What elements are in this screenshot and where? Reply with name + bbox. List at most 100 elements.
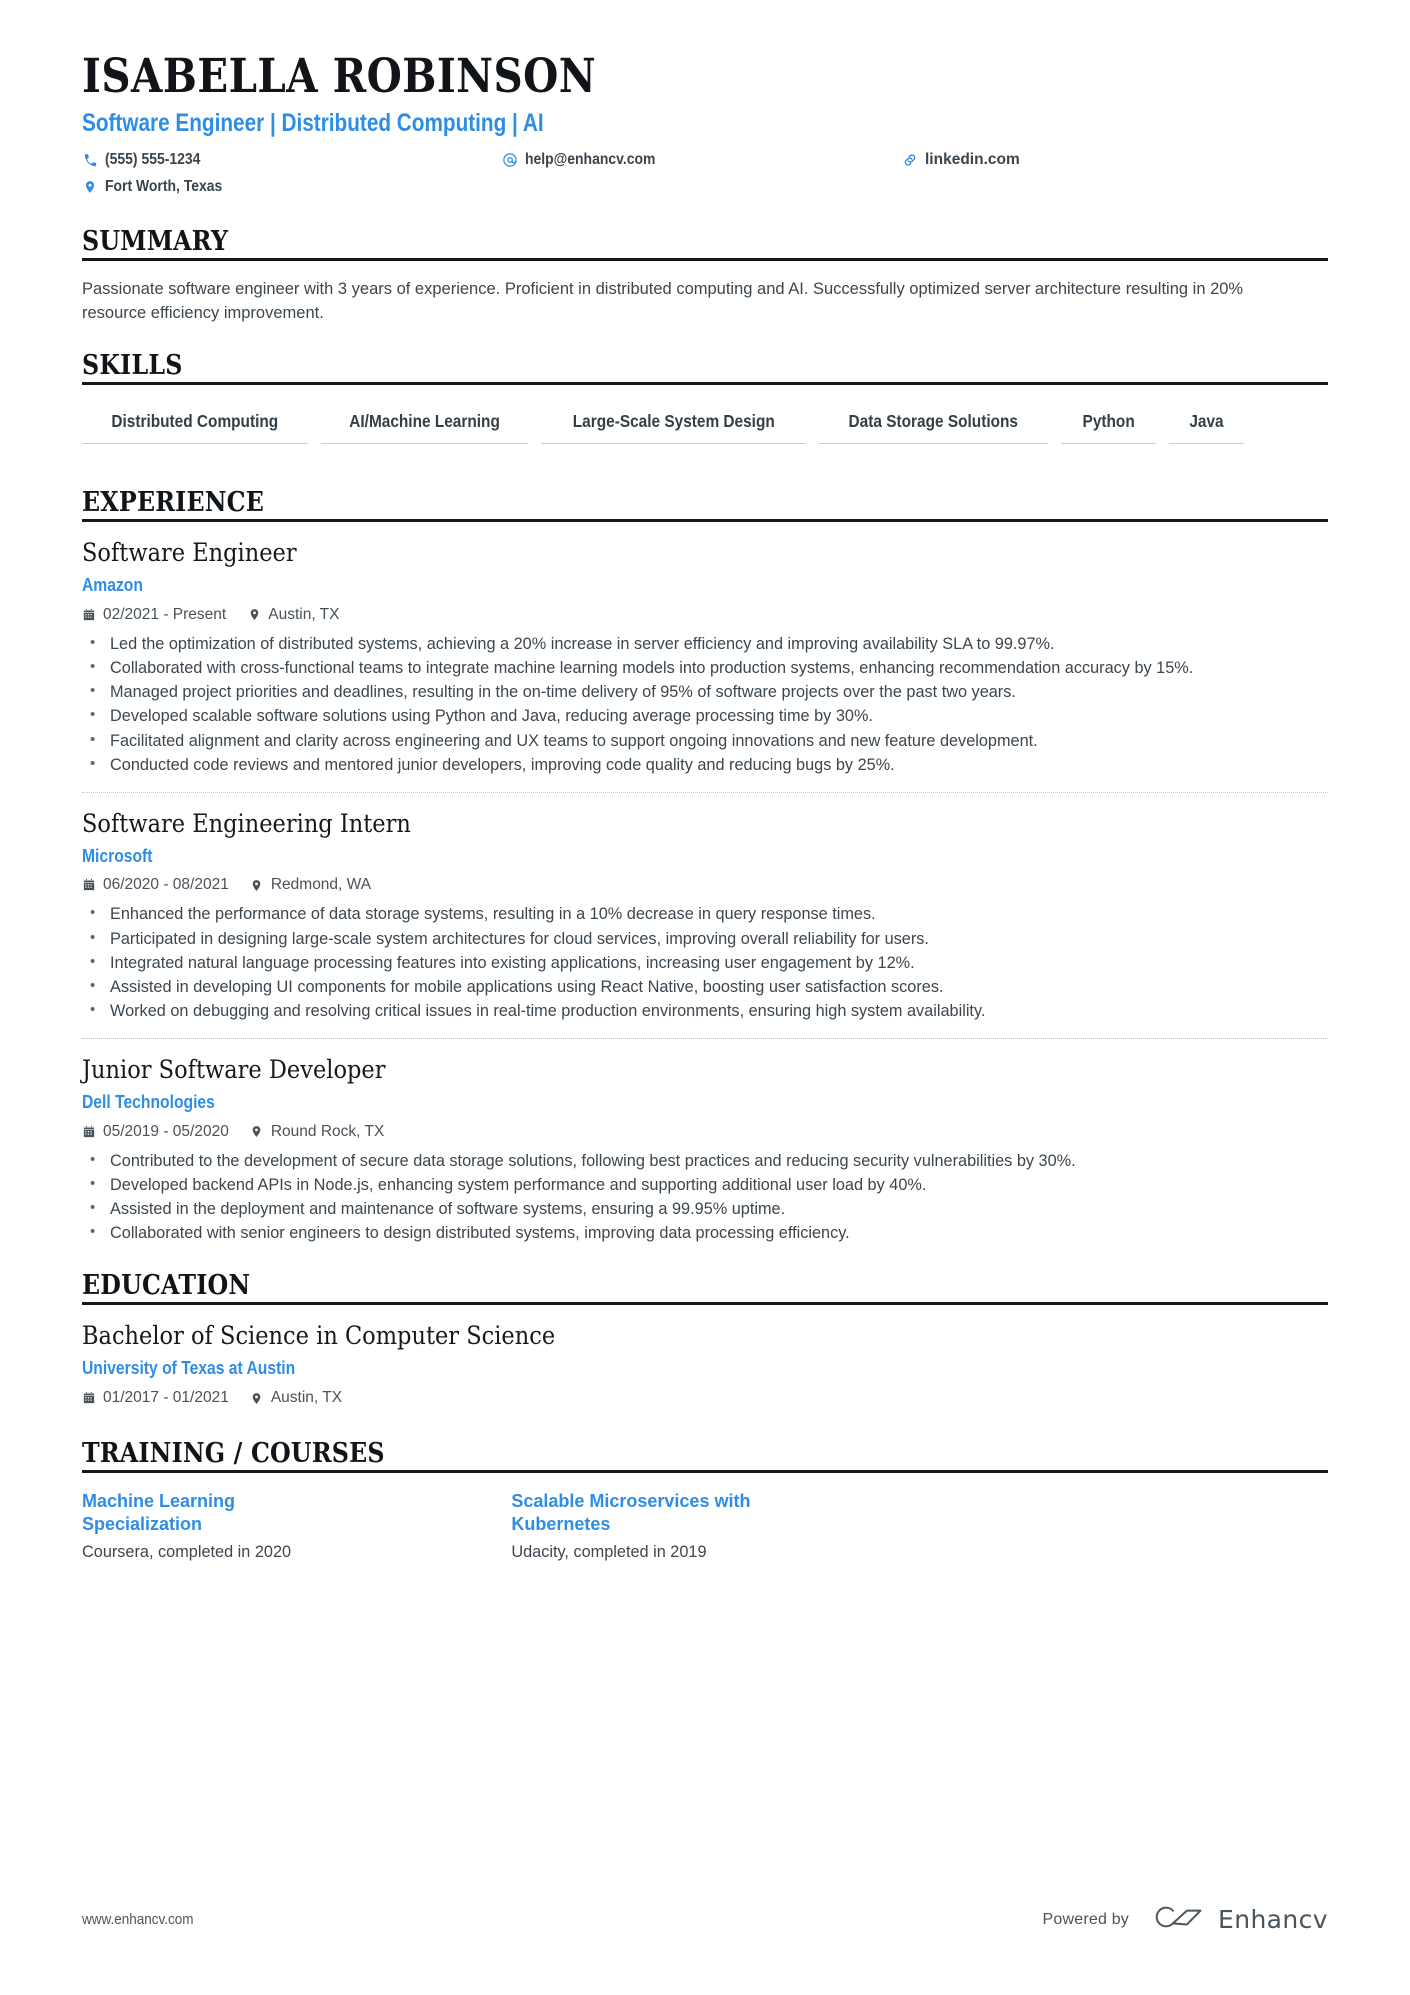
company-name[interactable]: Microsoft [82,846,1328,868]
skill-label: Python [1082,411,1135,432]
course-name[interactable]: Machine Learning Specialization [82,1490,344,1535]
bullet-item: Assisted in the deployment and maintenan… [82,1197,1328,1221]
section-divider [82,257,1328,261]
courses-list: Machine Learning Specialization Coursera… [82,1490,1328,1564]
bullet-item: Integrated natural language processing f… [82,951,1328,975]
education-dates-text: 01/2017 - 01/2021 [103,1389,229,1407]
calendar-icon [82,1125,96,1139]
course-entry-empty [941,1490,1328,1564]
section-skills: SKILLS Distributed Computing AI/Machine … [82,349,1328,462]
contact-email[interactable]: help@enhancv.com [502,151,902,169]
job-dates-text: 02/2021 - Present [103,605,227,623]
location-icon [250,1391,264,1405]
contact-link[interactable]: linkedin.com [902,151,1328,169]
job-meta: 05/2019 - 05/2020 Round Rock, TX [82,1123,1328,1141]
experience-entry: Software Engineering Intern Microsoft 06… [82,791,1328,1023]
education-meta: 01/2017 - 01/2021 Austin, TX [82,1389,1328,1407]
bullet-item: Developed scalable software solutions us… [82,704,1328,728]
bullet-item: Contributed to the development of secure… [82,1149,1328,1173]
skill-label: Large-Scale System Design [572,411,775,432]
enhancv-mark-icon [1151,1902,1207,1937]
page-title: ISABELLA ROBINSON [82,49,597,104]
calendar-icon [82,1391,96,1405]
course-detail: Coursera, completed in 2020 [82,1543,292,1562]
page-footer: www.enhancv.com Powered by Enhancv [82,1902,1328,1937]
skills-list: Distributed Computing AI/Machine Learnin… [82,406,1328,462]
summary-text: Passionate software engineer with 3 year… [82,279,1244,322]
experience-entry: Software Engineer Amazon 02/2021 - Prese… [82,522,1328,776]
job-title: Junior Software Developer [82,1055,386,1085]
course-name[interactable]: Scalable Microservices with Kubernetes [511,1490,773,1535]
job-dates: 06/2020 - 08/2021 [82,876,229,894]
contact-phone-text: (555) 555-1234 [105,151,201,168]
degree-title: Bachelor of Science in Computer Science [82,1321,556,1351]
email-icon [502,152,518,168]
school-name[interactable]: University of Texas at Austin [82,1358,1328,1380]
skill-chip: Large-Scale System Design [540,406,807,445]
job-bullets: Contributed to the development of secure… [82,1149,1328,1246]
section-title-training: TRAINING / COURSES [82,1438,385,1470]
company-name[interactable]: Dell Technologies [82,1092,1328,1114]
contact-details: (555) 555-1234 help@enhancv.com linkedin… [82,147,1328,201]
course-entry: Machine Learning Specialization Coursera… [82,1490,469,1564]
bullet-item: Enhanced the performance of data storage… [82,902,1328,926]
job-location-text: Redmond, WA [270,876,372,894]
calendar-icon [82,608,96,622]
bullet-item: Facilitated alignment and clarity across… [82,729,1328,753]
job-dates: 02/2021 - Present [82,606,226,624]
skill-chip: Distributed Computing [82,406,308,445]
job-location: Round Rock, TX [250,1123,384,1141]
powered-by-label: Powered by [1042,1910,1129,1928]
education-location-text: Austin, TX [270,1389,343,1407]
bullet-item: Collaborated with senior engineers to de… [82,1221,1328,1245]
resume-header: ISABELLA ROBINSON Software Engineer | Di… [82,0,1328,201]
job-location: Austin, TX [247,606,339,624]
bullet-item: Worked on debugging and resolving critic… [82,999,1328,1023]
education-location: Austin, TX [250,1389,342,1407]
section-title-summary: SUMMARY [82,225,229,257]
enhancv-wordmark: Enhancv [1218,1905,1328,1934]
professional-headline: Software Engineer | Distributed Computin… [82,108,544,137]
section-divider [82,382,1328,386]
skill-label: Data Storage Solutions [848,411,1019,432]
footer-branding: Powered by Enhancv [1043,1902,1329,1937]
location-icon [250,1125,264,1139]
section-training: TRAINING / COURSES Machine Learning Spec… [82,1438,1328,1564]
location-icon [82,179,98,195]
section-summary: SUMMARY Passionate software engineer wit… [82,225,1328,325]
job-location-text: Round Rock, TX [270,1122,385,1140]
link-icon [902,152,918,168]
location-icon [247,608,261,622]
section-title-experience: EXPERIENCE [82,487,264,519]
section-title-skills: SKILLS [82,349,183,381]
bullet-item: Led the optimization of distributed syst… [82,632,1328,656]
footer-website[interactable]: www.enhancv.com [82,1911,206,1928]
skill-label: Distributed Computing [111,411,279,432]
skill-chip: Data Storage Solutions [819,406,1048,445]
section-title-education: EDUCATION [82,1270,251,1302]
section-education: EDUCATION Bachelor of Science in Compute… [82,1271,1328,1413]
section-experience: EXPERIENCE Software Engineer Amazon 02/2… [82,487,1328,1245]
skill-label: AI/Machine Learning [348,411,500,432]
bullet-item: Managed project priorities and deadlines… [82,680,1328,704]
contact-location-text: Fort Worth, Texas [105,178,223,195]
job-dates: 05/2019 - 05/2020 [82,1123,229,1141]
skill-chip: Java [1169,406,1245,445]
job-title: Software Engineer [82,538,297,568]
contact-email-text: help@enhancv.com [525,151,656,168]
contact-phone[interactable]: (555) 555-1234 [82,151,502,169]
bullet-item: Conducted code reviews and mentored juni… [82,753,1328,777]
company-name[interactable]: Amazon [82,575,1328,597]
contact-location: Fort Worth, Texas [82,178,502,196]
job-title: Software Engineering Intern [82,808,411,838]
skill-label: Java [1189,411,1224,432]
calendar-icon [82,878,96,892]
experience-entry: Junior Software Developer Dell Technolog… [82,1038,1328,1245]
course-detail: Udacity, completed in 2019 [511,1543,707,1562]
job-bullets: Enhanced the performance of data storage… [82,902,1328,1023]
skill-chip: Python [1060,406,1157,445]
location-icon [250,878,264,892]
bullet-item: Collaborated with cross-functional teams… [82,656,1328,680]
phone-icon [82,152,98,168]
enhancv-logo: Enhancv [1151,1902,1328,1937]
